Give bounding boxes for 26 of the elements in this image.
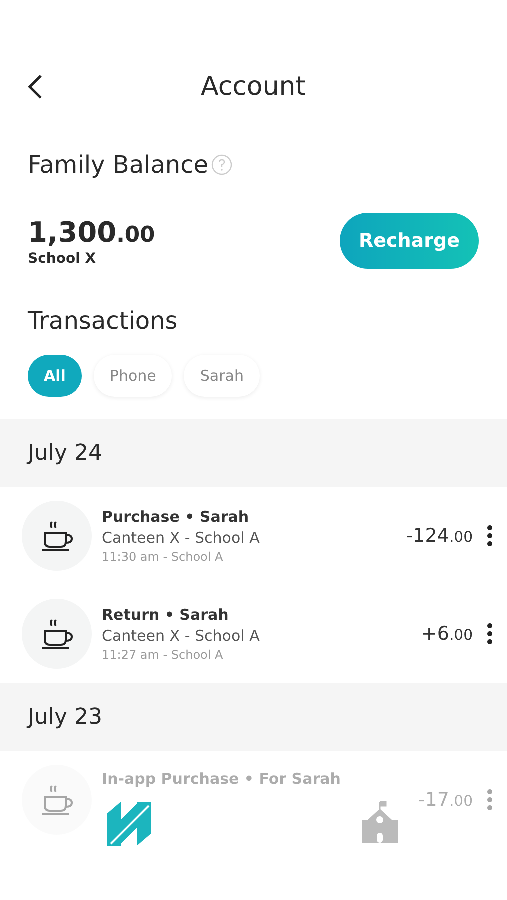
transaction-time: 11:27 am - School A [102,648,224,662]
more-icon[interactable] [487,623,493,645]
section-title: Transactions [28,307,178,335]
logo-icon[interactable] [107,802,151,846]
date-header: July 23 [0,683,507,751]
transaction-title: Purchase • Sarah [102,508,250,526]
filter-chip[interactable]: All [28,355,82,397]
transaction-place: Canteen X - School A [102,627,261,645]
transaction-amount: +6.00 [421,623,473,645]
filter-chip[interactable]: Sarah [184,355,260,397]
transaction-title: Return • Sarah [102,606,230,624]
school-name: School X [28,250,98,266]
page-title: Account [201,72,306,102]
more-icon[interactable] [487,525,493,547]
transaction-amount: -17.00 [418,789,473,811]
balance-amount: 1,300.00 [28,216,156,248]
section-title: Family Balance [28,151,209,179]
transaction-title: In-app Purchase • For Sarah [102,770,342,788]
filter-chip[interactable]: Phone [94,355,172,397]
transaction-amount: -124.00 [406,525,473,547]
help-icon[interactable] [210,154,233,176]
date-header: July 24 [0,419,507,487]
transaction-time: 11:30 am - School A [102,550,224,564]
recharge-button[interactable]: Recharge [340,213,479,269]
transaction-place: Canteen X - School A [102,529,261,547]
school-building-icon[interactable] [360,800,400,844]
